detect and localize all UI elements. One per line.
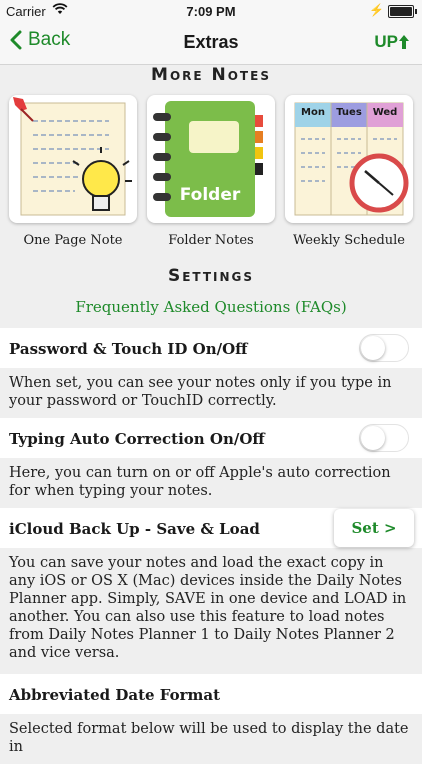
one-page-note-icon [9, 95, 137, 223]
autocorrect-setting-desc: Here, you can turn on or off Apple's aut… [9, 465, 391, 499]
autocorrect-setting-row: Typing Auto Correction On/Off [0, 418, 422, 458]
page-title: Extras [183, 32, 239, 52]
navigation-bar: Back Extras UP [0, 22, 422, 65]
autocorrect-setting-label: Typing Auto Correction On/Off [9, 430, 265, 448]
one-page-note-card[interactable]: One Page Note [6, 95, 140, 248]
password-setting-row: Password & Touch ID On/Off [0, 328, 422, 368]
charging-icon: ⚡ [369, 3, 384, 17]
autocorrect-toggle[interactable] [359, 424, 409, 452]
password-setting-desc: When set, you can see your notes only if… [9, 375, 392, 409]
weekly-schedule-card[interactable]: Mon Tues Wed Weekly Schedule [282, 95, 416, 248]
clock: 7:09 PM [186, 4, 236, 19]
date-format-setting-row: Abbreviated Date Format [0, 674, 422, 714]
icloud-setting-row: iCloud Back Up - Save & Load Set > [0, 508, 422, 548]
up-button[interactable]: UP [374, 32, 410, 52]
battery-icon [388, 5, 417, 18]
day-tues: Tues [336, 107, 362, 118]
password-toggle[interactable] [359, 334, 409, 362]
status-bar: Carrier 7:09 PM ⚡ [0, 0, 422, 22]
settings-heading: Settings [167, 266, 255, 286]
day-mon: Mon [301, 107, 325, 118]
icloud-setting-label: iCloud Back Up - Save & Load [9, 520, 260, 538]
folder-notes-label: Folder Notes [168, 233, 254, 248]
folder-thumb-text: Folder [179, 185, 241, 205]
weekly-schedule-icon: Mon Tues Wed [285, 95, 413, 223]
more-notes-heading: More Notes [151, 65, 271, 85]
one-page-note-label: One Page Note [23, 233, 123, 248]
scroll-content[interactable]: More Notes One Page Note Folder Folder N… [0, 65, 422, 764]
arrow-up-icon [399, 35, 409, 49]
more-notes-list: One Page Note Folder Folder Notes Mon Tu… [0, 95, 422, 248]
icloud-set-button[interactable]: Set > [334, 509, 414, 547]
faq-link[interactable]: Frequently Asked Questions (FAQs) [0, 298, 422, 316]
folder-notes-icon: Folder [147, 95, 275, 223]
day-wed: Wed [372, 107, 398, 118]
weekday-header: Mon Tues Wed [295, 107, 403, 118]
date-format-setting-label: Abbreviated Date Format [9, 686, 221, 704]
icloud-setting-desc: You can save your notes and load the exa… [9, 555, 407, 661]
folder-notes-card[interactable]: Folder Folder Notes [144, 95, 278, 248]
password-setting-label: Password & Touch ID On/Off [9, 340, 248, 358]
weekly-schedule-label: Weekly Schedule [293, 233, 405, 248]
up-label: UP [374, 32, 398, 51]
date-format-setting-desc: Selected format below will be used to di… [9, 721, 409, 755]
